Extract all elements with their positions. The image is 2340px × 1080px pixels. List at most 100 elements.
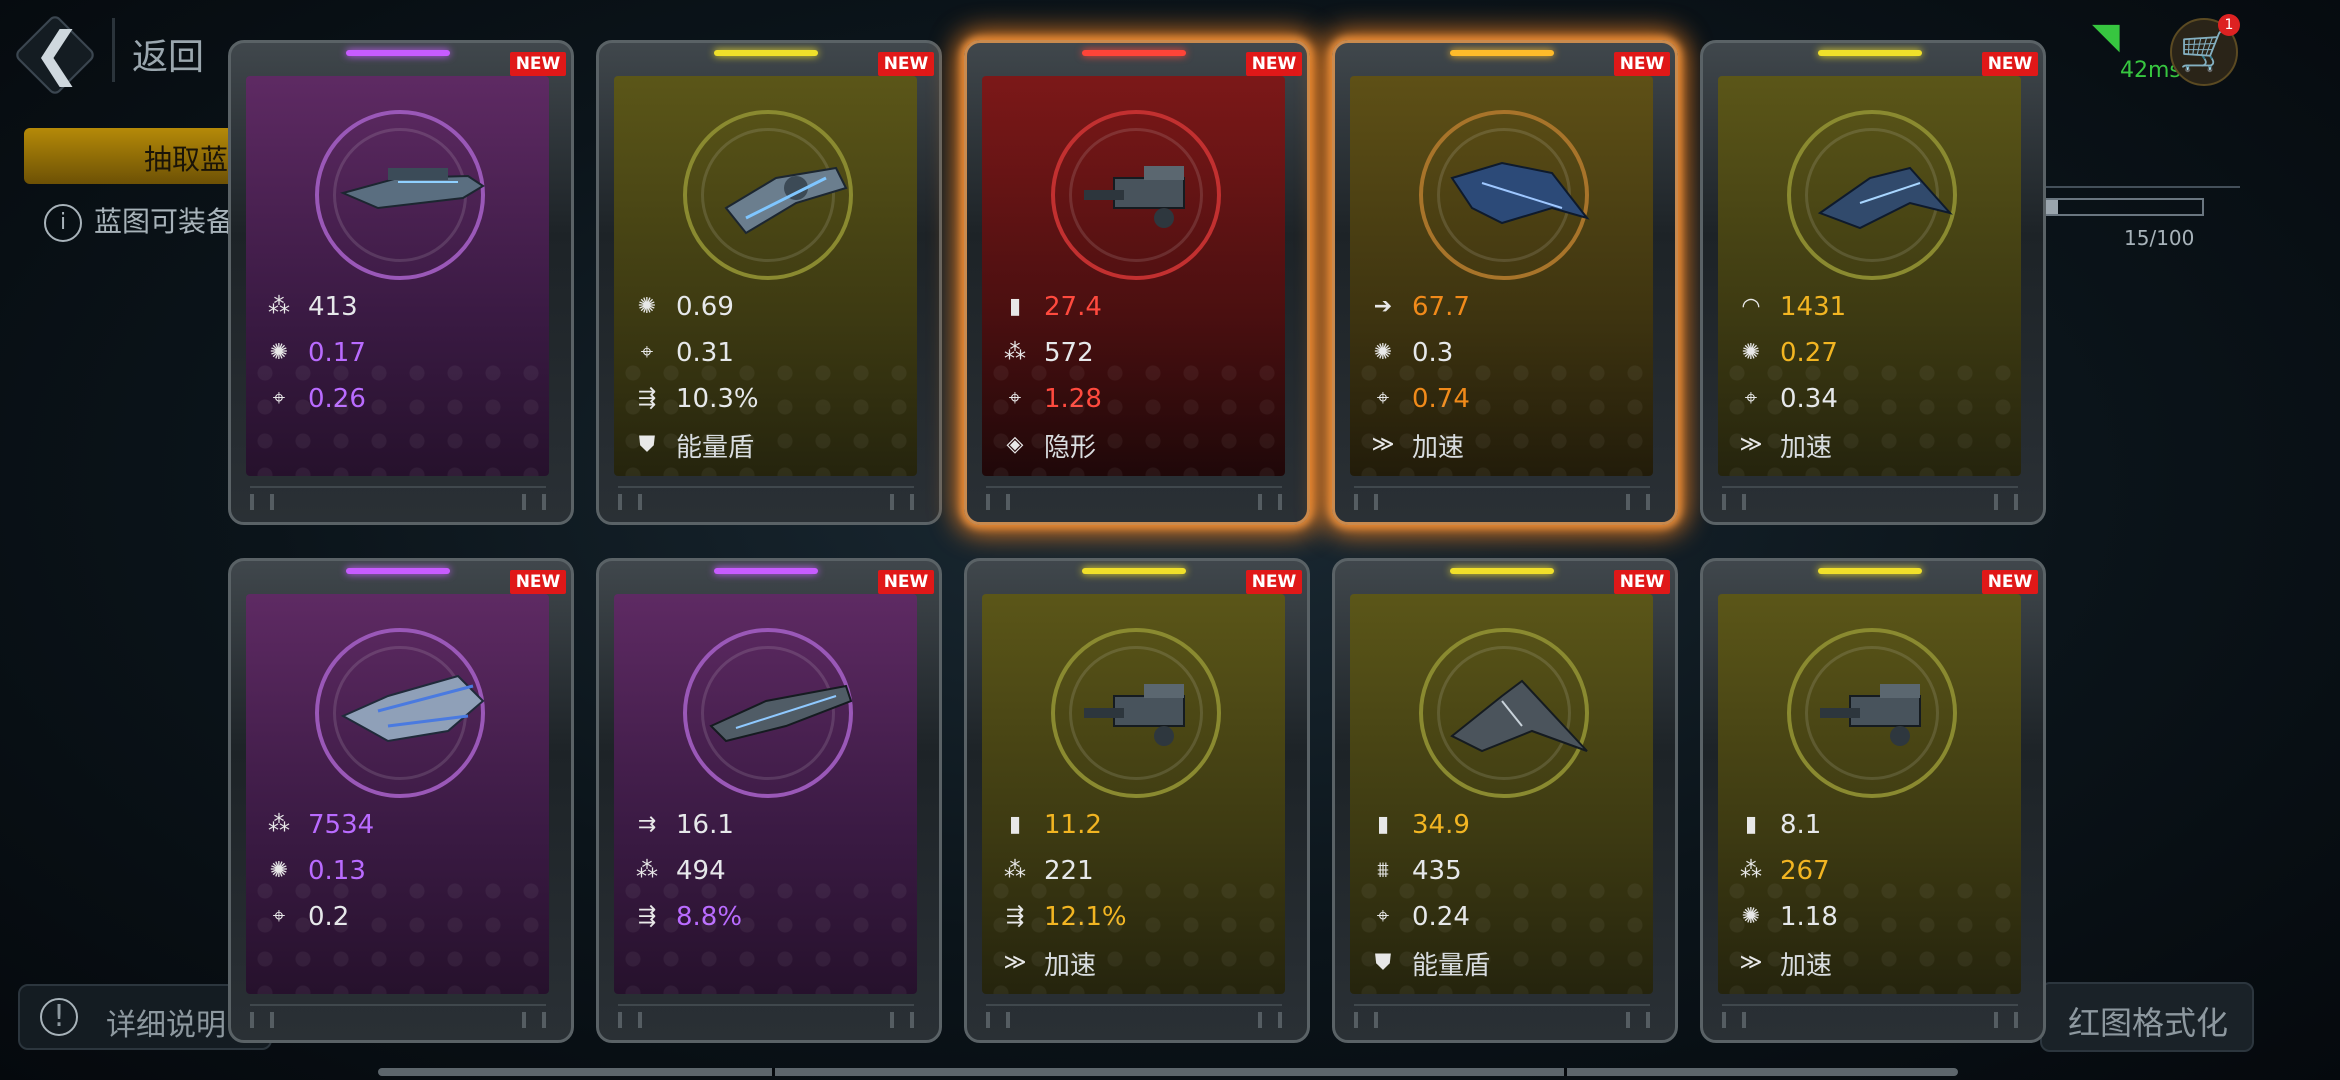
- stat-value: 0.74: [1412, 384, 1470, 414]
- stat-row: ⌖ 1.28: [1000, 376, 1280, 422]
- ship-icon: [1074, 138, 1224, 252]
- crosshair-icon: ⌖: [640, 340, 654, 365]
- new-badge: NEW: [1982, 570, 2038, 594]
- stat-row: ⌖ 0.31: [632, 330, 912, 376]
- stat-row: ▮ 8.1: [1736, 802, 2016, 848]
- blueprint-card[interactable]: ✺ 0.69 ⌖ 0.31 ⇶ 10.3% ⛊ 能量盾 NEW: [596, 40, 942, 525]
- cluster-icon: ⁂: [268, 812, 290, 837]
- shield-icon: ⛊: [638, 432, 656, 457]
- blueprint-card[interactable]: ▮ 11.2 ⁂ 221 ⇶ 12.1% ≫ 加速 NEW: [964, 558, 1310, 1043]
- crosshair-icon: ⌖: [1744, 386, 1758, 411]
- format-label: 红图格式化: [2068, 1004, 2229, 1042]
- stat-value: 1431: [1780, 292, 1847, 322]
- new-badge: NEW: [510, 52, 566, 76]
- card-footer: [1722, 1004, 2018, 1032]
- stat-row: ✺ 0.69: [632, 284, 912, 330]
- stat-row: ✺ 1.18: [1736, 894, 2016, 940]
- blueprint-card[interactable]: ➔ 67.7 ✺ 0.3 ⌖ 0.74 ≫ 加速 NEW: [1332, 40, 1678, 525]
- stat-row: ⌖ 0.2: [264, 894, 544, 940]
- stat-row: ▮ 34.9: [1368, 802, 1648, 848]
- rarity-strip: [346, 568, 450, 574]
- wifi-icon: ◥: [2092, 16, 2120, 57]
- stat-value: 0.31: [676, 338, 734, 368]
- card-footer: [1354, 1004, 1650, 1032]
- blueprint-card[interactable]: ▮ 34.9 ⩩ 435 ⌖ 0.24 ⛊ 能量盾 NEW: [1332, 558, 1678, 1043]
- crosshair-icon: ⌖: [1376, 904, 1390, 929]
- crosshair-icon: ⌖: [1376, 386, 1390, 411]
- stat-row: ⌖ 0.26: [264, 376, 544, 422]
- stat-row: ⌖ 0.24: [1368, 894, 1648, 940]
- fleet-icon: ⩩: [1377, 858, 1389, 883]
- rarity-strip: [1818, 50, 1922, 56]
- blueprint-card[interactable]: ⇉ 16.1 ⁂ 494 ⇶ 8.8% NEW: [596, 558, 942, 1043]
- stat-value: 1.18: [1780, 902, 1838, 932]
- blueprint-card[interactable]: ▮ 27.4 ⁂ 572 ⌖ 1.28 ◈ 隐形 NEW: [964, 40, 1310, 525]
- stat-list: ▮ 27.4 ⁂ 572 ⌖ 1.28 ◈ 隐形: [1000, 284, 1280, 468]
- gear-icon: ✺: [637, 294, 657, 319]
- blueprint-card[interactable]: ▮ 8.1 ⁂ 267 ✺ 1.18 ≫ 加速 NEW: [1700, 558, 2046, 1043]
- new-badge: NEW: [1982, 52, 2038, 76]
- cluster-icon: ⁂: [1004, 858, 1026, 883]
- new-badge: NEW: [510, 570, 566, 594]
- format-button[interactable]: 红图格式化: [2040, 982, 2254, 1052]
- stat-value: 8.8%: [676, 902, 743, 932]
- stat-row: ▮ 11.2: [1000, 802, 1280, 848]
- stat-value: 0.13: [308, 856, 366, 886]
- stat-value: 0.34: [1780, 384, 1838, 414]
- stat-row: ⌖ 0.74: [1368, 376, 1648, 422]
- card-panel: ⇉ 16.1 ⁂ 494 ⇶ 8.8%: [614, 594, 917, 994]
- gear-icon: ✺: [269, 340, 289, 365]
- scrollbar[interactable]: [378, 1068, 1958, 1076]
- ship-icon: [706, 656, 856, 770]
- stat-value: 0.2: [308, 902, 350, 932]
- stat-row: ⛊ 能量盾: [1368, 940, 1648, 986]
- back-arrow-icon[interactable]: ❮: [22, 18, 92, 88]
- cluster-icon: ⁂: [1004, 340, 1026, 365]
- stat-list: ◠ 1431 ✺ 0.27 ⌖ 0.34 ≫ 加速: [1736, 284, 2016, 468]
- card-panel: ⁂ 413 ✺ 0.17 ⌖ 0.26: [246, 76, 549, 476]
- card-panel: ◠ 1431 ✺ 0.27 ⌖ 0.34 ≫ 加速: [1718, 76, 2021, 476]
- back-label[interactable]: 返回: [132, 28, 204, 80]
- ship-icon: [1442, 656, 1592, 770]
- missile-icon: ⇶: [1005, 904, 1025, 929]
- stat-row: ✺ 0.3: [1368, 330, 1648, 376]
- stat-list: ⇉ 16.1 ⁂ 494 ⇶ 8.8%: [632, 802, 912, 940]
- stat-value: 1.28: [1044, 384, 1102, 414]
- boost-icon: ≫: [1003, 950, 1027, 975]
- stat-value: 221: [1044, 856, 1094, 886]
- ship-icon: [1442, 138, 1592, 252]
- stat-value: 8.1: [1780, 810, 1822, 840]
- new-badge: NEW: [1614, 52, 1670, 76]
- stat-row: ◠ 1431: [1736, 284, 2016, 330]
- boost-icon: ≫: [1739, 950, 1763, 975]
- blueprint-card[interactable]: ⁂ 413 ✺ 0.17 ⌖ 0.26 NEW: [228, 40, 574, 525]
- stat-value: 16.1: [676, 810, 734, 840]
- blueprint-card[interactable]: ⁂ 7534 ✺ 0.13 ⌖ 0.2 NEW: [228, 558, 574, 1043]
- stat-value: 0.17: [308, 338, 366, 368]
- stat-value: 12.1%: [1044, 902, 1127, 932]
- stat-value: 0.69: [676, 292, 734, 322]
- armor-icon: ◠: [1741, 294, 1761, 319]
- boost-icon: ≫: [1739, 432, 1763, 457]
- info-icon: !: [40, 998, 78, 1036]
- card-footer: [618, 1004, 914, 1032]
- stat-value: 572: [1044, 338, 1094, 368]
- stat-list: ▮ 11.2 ⁂ 221 ⇶ 12.1% ≫ 加速: [1000, 802, 1280, 986]
- cluster-icon: ⁂: [1740, 858, 1762, 883]
- stat-list: ⁂ 7534 ✺ 0.13 ⌖ 0.2: [264, 802, 544, 940]
- stat-row: ≫ 加速: [1368, 422, 1648, 468]
- card-panel: ▮ 11.2 ⁂ 221 ⇶ 12.1% ≫ 加速: [982, 594, 1285, 994]
- card-panel: ▮ 27.4 ⁂ 572 ⌖ 1.28 ◈ 隐形: [982, 76, 1285, 476]
- stat-value: 413: [308, 292, 358, 322]
- rarity-strip: [1818, 568, 1922, 574]
- stat-value: 267: [1780, 856, 1830, 886]
- boost-icon: ≫: [1371, 432, 1395, 457]
- card-footer: [986, 1004, 1282, 1032]
- rarity-strip: [1450, 50, 1554, 56]
- stat-value: 494: [676, 856, 726, 886]
- rarity-strip: [1082, 50, 1186, 56]
- stat-row: ≫ 加速: [1000, 940, 1280, 986]
- stat-row: ⛊ 能量盾: [632, 422, 912, 468]
- blueprint-card[interactable]: ◠ 1431 ✺ 0.27 ⌖ 0.34 ≫ 加速 NEW: [1700, 40, 2046, 525]
- stat-value: 加速: [1780, 432, 1833, 463]
